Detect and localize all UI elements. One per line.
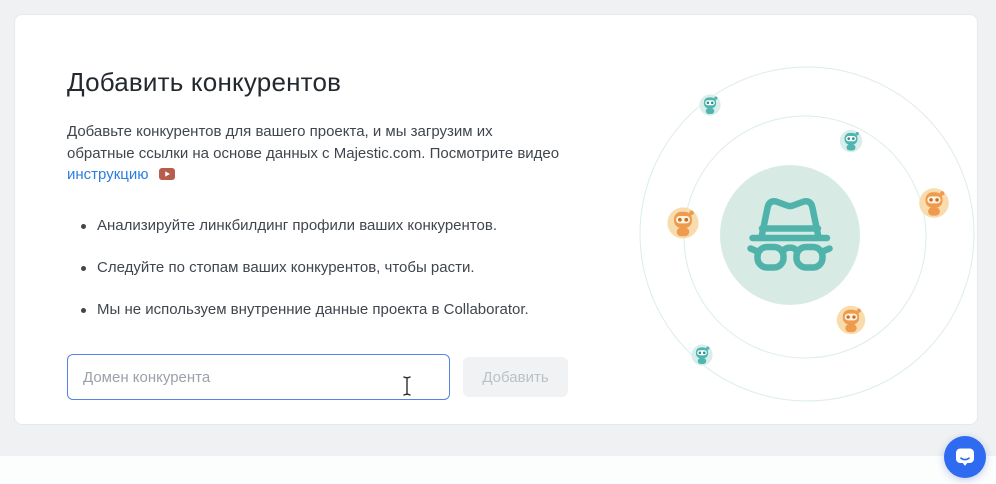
list-item: Мы не используем внутренние данные проек… [67,302,627,318]
list-item: Анализируйте линкбилдинг профили ваших к… [67,218,627,234]
add-competitor-button[interactable]: Добавить [463,357,568,397]
youtube-play-icon[interactable] [159,165,175,187]
page-title: Добавить конкурентов [67,67,341,98]
robot-orange-icon [837,306,865,334]
add-competitors-card: Добавить конкурентов Добавьте конкуренто… [14,14,978,425]
page-background: Добавить конкурентов Добавьте конкуренто… [0,0,996,484]
chat-bubble-icon [953,445,977,469]
incognito-spy-icon [720,165,860,305]
robot-teal-icon [840,130,862,152]
text-ibeam-cursor [400,374,414,398]
lower-section-strip [0,456,996,484]
robot-teal-icon [699,94,720,115]
benefits-list: Анализируйте линкбилдинг профили ваших к… [67,218,627,344]
robot-orange-icon [919,188,949,218]
competitor-domain-input[interactable] [67,354,450,400]
description-line: обратные ссылки на основе данных с Majes… [67,143,627,165]
description-line: Добавьте конкурентов для вашего проекта,… [67,121,627,143]
robot-orange-icon [667,207,698,238]
instruction-link-row: инструкцию [67,164,627,187]
robot-teal-icon [691,344,712,365]
chat-launcher-button[interactable] [944,436,986,478]
description: Добавьте конкурентов для вашего проекта,… [67,121,627,187]
list-item: Следуйте по стопам ваших конкурентов, чт… [67,260,627,276]
video-instruction-link[interactable]: инструкцию [67,166,149,183]
competitors-orbit-illustration [615,51,995,411]
